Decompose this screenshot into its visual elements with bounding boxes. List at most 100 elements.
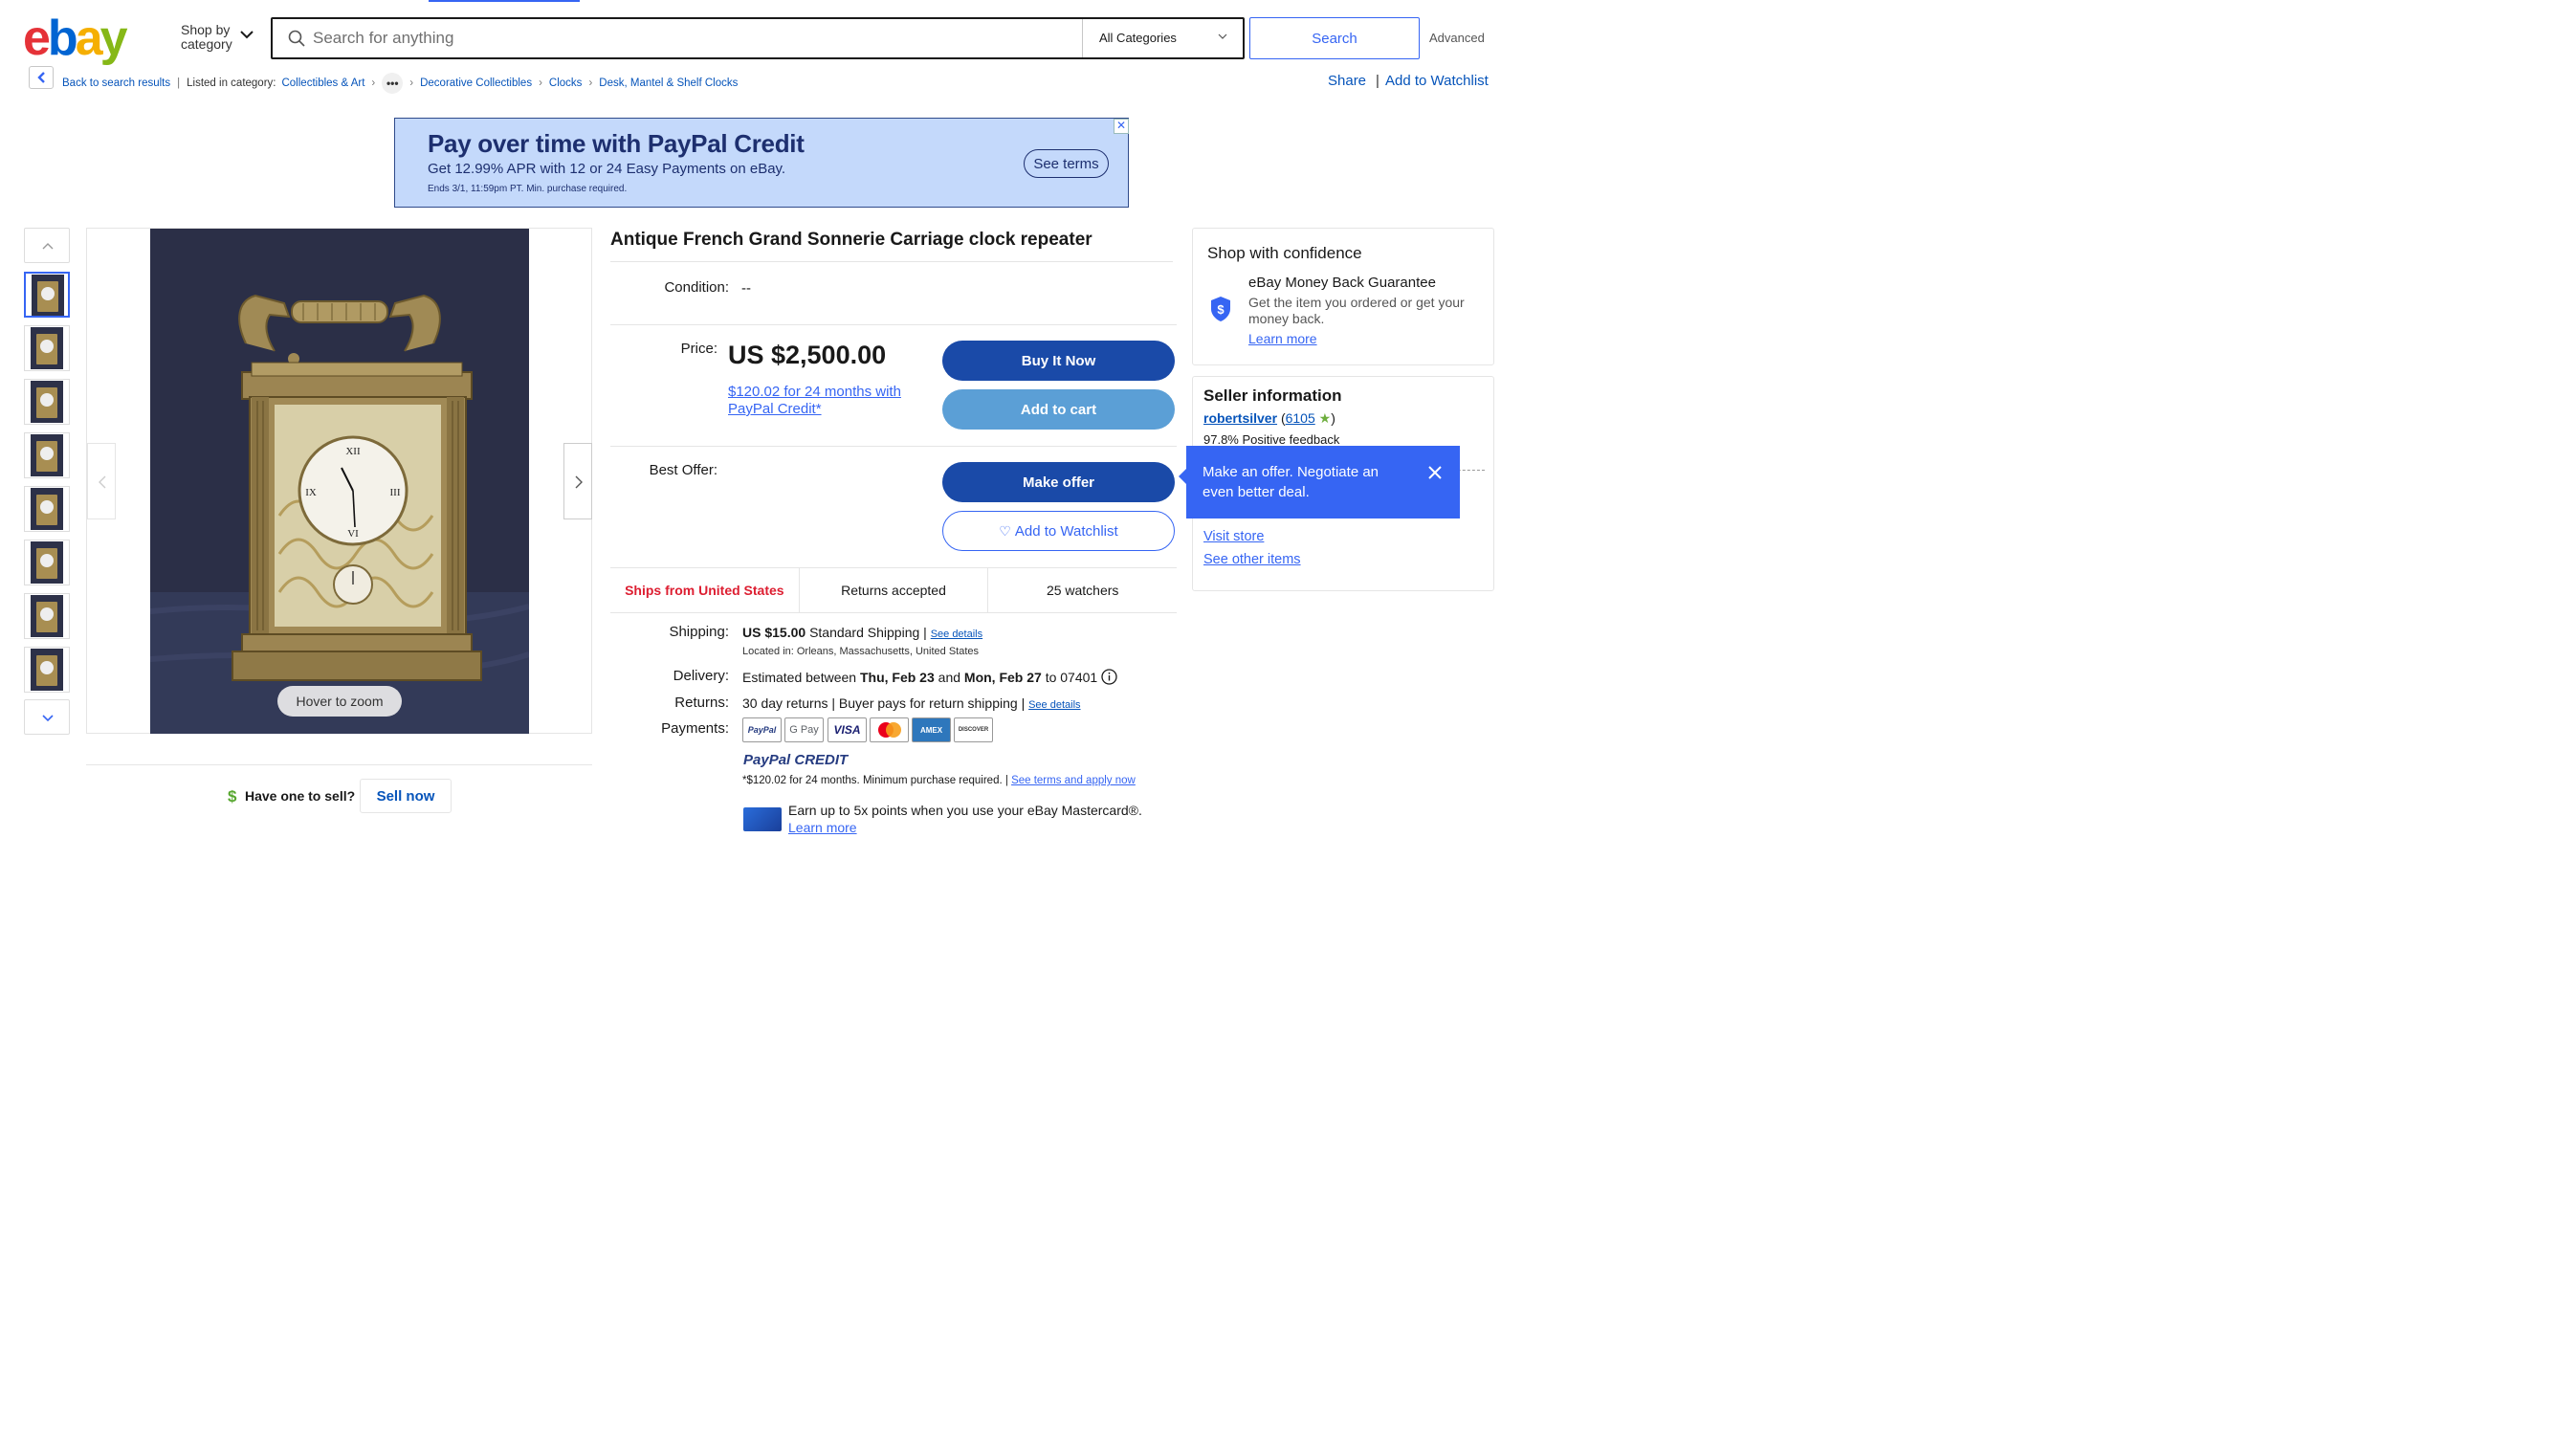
price-label: Price: — [680, 341, 717, 357]
payments-label: Payments: — [661, 720, 729, 737]
thumbnails-down-button[interactable] — [24, 699, 70, 735]
back-button[interactable] — [29, 66, 54, 89]
see-other-items-link[interactable]: See other items — [1203, 552, 1301, 567]
add-to-watchlist-button[interactable]: ♡ Add to Watchlist — [942, 511, 1175, 551]
more-crumbs-button[interactable]: ••• — [382, 73, 404, 94]
chevron-right-icon: › — [588, 77, 593, 89]
make-offer-button[interactable]: Make offer — [942, 462, 1175, 502]
returns-text: 30 day returns | Buyer pays for return s… — [742, 695, 1026, 711]
amex-icon: AMEX — [912, 717, 951, 742]
seller-info-title: Seller information — [1203, 386, 1342, 405]
seller-name-link[interactable]: robertsilver — [1203, 410, 1277, 426]
product-photo[interactable]: XII III VI IX — [150, 229, 529, 734]
condition-label: Condition: — [664, 279, 729, 296]
chevron-left-icon — [99, 475, 106, 489]
next-image-button[interactable] — [563, 443, 592, 519]
feedback-score-link[interactable]: 6105 — [1286, 410, 1315, 426]
svg-text:XII: XII — [345, 446, 361, 457]
thumbnails-up-button[interactable] — [24, 228, 70, 263]
paypal-credit-link[interactable]: $120.02 for 24 months with PayPal Credit… — [728, 384, 919, 418]
delivery-zip[interactable]: to 07401 — [1046, 670, 1098, 685]
seller-name-line: robertsilver (6105 ★) — [1203, 410, 1335, 427]
listing-highlights: Ships from United States Returns accepte… — [610, 567, 1177, 613]
category-select[interactable]: All Categories — [1099, 31, 1177, 45]
share-link[interactable]: Share — [1328, 73, 1366, 89]
hover-to-zoom-hint: Hover to zoom — [277, 686, 402, 717]
back-to-search-link[interactable]: Back to search results — [62, 77, 170, 89]
search-input[interactable] — [313, 25, 1059, 52]
thumbnail-image[interactable] — [24, 379, 70, 425]
search-divider — [1082, 19, 1083, 57]
search-button[interactable]: Search — [1249, 17, 1420, 59]
thumbnail-image[interactable] — [24, 325, 70, 371]
thumbnail-image[interactable] — [24, 432, 70, 478]
ad-see-terms-button[interactable]: See terms — [1024, 149, 1109, 178]
chevron-right-icon — [575, 475, 583, 489]
divider — [610, 324, 1177, 325]
search-icon — [288, 30, 305, 47]
discover-icon: DISCOVER — [954, 717, 993, 742]
breadcrumb-item[interactable]: Collectibles & Art — [281, 77, 364, 89]
paypal-icon: PayPal — [742, 717, 782, 742]
ships-from-badge: Ships from United States — [625, 583, 784, 598]
returns-accepted-badge: Returns accepted — [798, 568, 988, 612]
paypal-credit-fine-print: *$120.02 for 24 months. Minimum purchase… — [742, 775, 1136, 786]
buy-it-now-button[interactable]: Buy It Now — [942, 341, 1175, 381]
close-icon[interactable] — [1426, 464, 1444, 481]
add-to-watchlist-link[interactable]: Add to Watchlist — [1385, 73, 1489, 89]
thumbnail-image[interactable] — [24, 593, 70, 639]
shop-by-category-button[interactable]: Shop by category — [181, 23, 232, 52]
main-image-frame[interactable]: XII III VI IX Hover to zoom — [86, 228, 592, 734]
item-location: Located in: Orleans, Massachusetts, Unit… — [742, 646, 980, 657]
money-back-guarantee-text: Get the item you ordered or get your mon… — [1248, 295, 1465, 326]
add-to-watchlist-label: Add to Watchlist — [1014, 522, 1118, 540]
price: US $2,500.00 — [728, 341, 887, 369]
thumbnail-image[interactable] — [24, 486, 70, 532]
money-back-learn-more-link[interactable]: Learn more — [1248, 331, 1317, 346]
close-icon[interactable]: ✕ — [1114, 119, 1129, 134]
svg-text:VI: VI — [347, 528, 359, 540]
chevron-down-icon[interactable] — [1218, 33, 1227, 40]
chevron-up-icon — [42, 243, 54, 250]
add-to-cart-button[interactable]: Add to cart — [942, 389, 1175, 430]
previous-image-button[interactable] — [87, 443, 116, 519]
dollar-icon: $ — [228, 787, 237, 805]
paypal-credit-ad[interactable]: Pay over time with PayPal Credit Get 12.… — [394, 118, 1129, 208]
breadcrumb-item[interactable]: Decorative Collectibles — [420, 77, 532, 89]
thumbnail-image[interactable] — [24, 647, 70, 693]
visit-store-link[interactable]: Visit store — [1203, 529, 1264, 544]
thumbnail-image[interactable] — [24, 272, 70, 318]
see-terms-link[interactable]: See terms and apply now — [1011, 775, 1136, 786]
ebay-logo[interactable]: ebay — [23, 11, 145, 65]
mastercard-earn-text: Earn up to 5x points when you use your e… — [788, 803, 1142, 818]
divider — [86, 764, 592, 765]
breadcrumb-item[interactable]: Clocks — [549, 77, 583, 89]
ebay-mastercard-icon — [743, 807, 782, 831]
sell-now-button[interactable]: Sell now — [360, 779, 452, 813]
delivery-estimate: Estimated between Thu, Feb 23 and Mon, F… — [742, 669, 1117, 685]
tooltip-arrow — [1179, 469, 1186, 484]
chevron-down-icon[interactable] — [239, 30, 254, 39]
chevron-right-icon: › — [409, 77, 414, 89]
listing-title: Antique French Grand Sonnerie Carriage c… — [610, 230, 1092, 250]
ad-title: Pay over time with PayPal Credit — [428, 129, 805, 158]
breadcrumb-item[interactable]: Desk, Mantel & Shelf Clocks — [599, 77, 738, 89]
watchers-count: 25 watchers — [987, 568, 1177, 612]
paypal-credit-logo: PayPal CREDIT — [743, 752, 848, 768]
info-icon[interactable] — [1101, 669, 1117, 685]
search-bar: All Categories — [271, 17, 1245, 59]
make-offer-tooltip: Make an offer. Negotiate an even better … — [1179, 446, 1460, 518]
shield-icon: $ — [1211, 297, 1230, 321]
advanced-search-link[interactable]: Advanced — [1429, 31, 1485, 45]
chevron-left-icon — [37, 72, 45, 83]
mastercard-learn-more-link[interactable]: Learn more — [788, 820, 857, 835]
mastercard-icon — [870, 717, 909, 742]
money-back-guarantee-title: eBay Money Back Guarantee — [1248, 275, 1436, 291]
returns-see-details-link[interactable]: See details — [1028, 699, 1080, 711]
confidence-title: Shop with confidence — [1207, 244, 1362, 262]
positive-feedback: 97.8% Positive feedback — [1203, 432, 1340, 447]
thumbnail-image[interactable] — [24, 540, 70, 585]
shipping-label: Shipping: — [669, 624, 729, 640]
shipping-see-details-link[interactable]: See details — [931, 629, 982, 640]
logo-letter-y: y — [99, 11, 128, 66]
